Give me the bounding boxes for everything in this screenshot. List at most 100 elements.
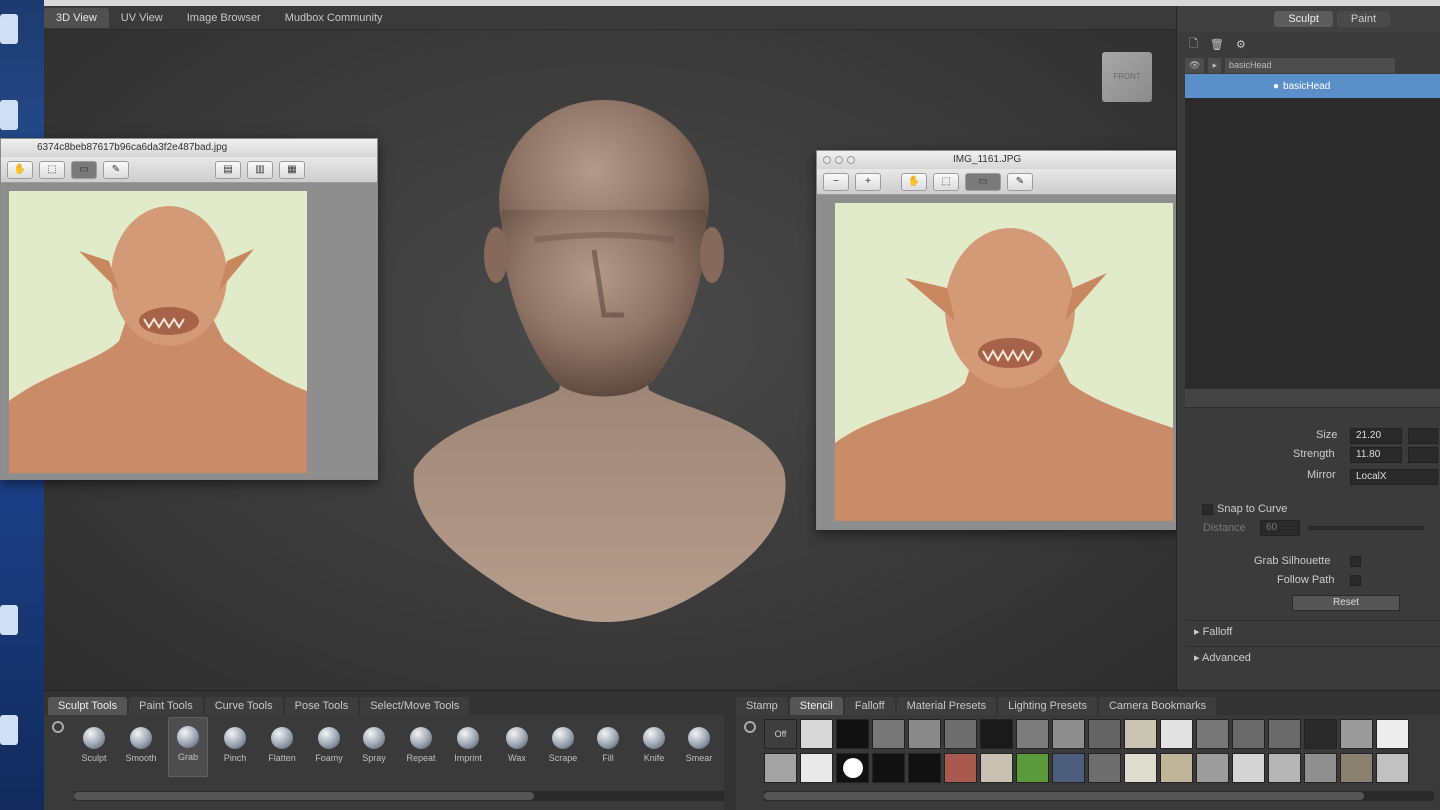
stencil-swatch[interactable] xyxy=(1160,719,1193,749)
stencil-swatch[interactable] xyxy=(1304,753,1337,783)
tools-scrollbar-thumb[interactable] xyxy=(74,792,534,800)
tab-uv-view[interactable]: UV View xyxy=(109,8,175,28)
tab-sculpt-tools[interactable]: Sculpt Tools xyxy=(48,697,128,715)
window-controls[interactable] xyxy=(823,156,855,164)
stencil-swatch[interactable] xyxy=(980,719,1013,749)
layer-row-selected[interactable]: ● basicHead xyxy=(1185,74,1440,98)
tool-knife[interactable]: Knife xyxy=(634,719,674,775)
size-slider[interactable] xyxy=(1408,428,1438,444)
stencil-swatch[interactable] xyxy=(1340,753,1373,783)
stencil-swatch[interactable] xyxy=(1268,753,1301,783)
strength-field[interactable]: 11.80 xyxy=(1350,447,1402,463)
stencil-swatch[interactable] xyxy=(1160,753,1193,783)
tab-stencil[interactable]: Stencil xyxy=(789,697,843,715)
stencil-swatch[interactable] xyxy=(944,719,977,749)
tray-settings-gear-icon[interactable] xyxy=(52,721,64,733)
stencil-swatch[interactable] xyxy=(1268,719,1301,749)
reset-button[interactable]: Reset xyxy=(1292,595,1400,611)
layer-list[interactable] xyxy=(1185,98,1440,388)
size-field[interactable]: 21.20 xyxy=(1350,428,1402,444)
tab-material-presets[interactable]: Material Presets xyxy=(896,697,997,715)
tool-spray[interactable]: Spray xyxy=(354,719,394,775)
view-single-icon[interactable]: ▤ xyxy=(215,160,241,179)
strength-slider[interactable] xyxy=(1408,447,1438,463)
crop-tool-icon[interactable]: ⬚ xyxy=(933,172,959,191)
hand-tool-icon[interactable]: ✋ xyxy=(901,172,927,191)
tab-mudbox-community[interactable]: Mudbox Community xyxy=(273,8,395,28)
stencil-swatch[interactable] xyxy=(1232,753,1265,783)
tool-foamy[interactable]: Foamy xyxy=(309,719,349,775)
annotate-pen-icon[interactable]: ✎ xyxy=(1007,172,1033,191)
stencil-swatch[interactable] xyxy=(1052,719,1085,749)
stencil-swatch[interactable] xyxy=(908,719,941,749)
crop-tool-icon[interactable]: ⬚ xyxy=(39,160,65,179)
stencil-swatch[interactable] xyxy=(1196,719,1229,749)
tab-paint[interactable]: Paint xyxy=(1336,11,1390,27)
stencil-swatch[interactable] xyxy=(1124,753,1157,783)
mirror-dropdown[interactable]: LocalX xyxy=(1350,469,1438,485)
stencil-scrollbar[interactable] xyxy=(764,791,1434,801)
stencil-swatch[interactable] xyxy=(1340,719,1373,749)
stencil-swatch[interactable] xyxy=(1088,719,1121,749)
advanced-section-header[interactable]: ▸ Advanced xyxy=(1186,646,1440,668)
snap-to-curve-checkbox[interactable] xyxy=(1202,504,1213,515)
stencil-swatch[interactable] xyxy=(800,753,833,783)
visibility-column-icon[interactable]: 👁 xyxy=(1185,57,1205,73)
tool-sculpt[interactable]: Sculpt xyxy=(74,719,114,775)
stencil-swatch[interactable] xyxy=(1088,753,1121,783)
tool-smooth[interactable]: Smooth xyxy=(121,719,161,775)
stencil-swatch[interactable] xyxy=(944,753,977,783)
tab-3d-view[interactable]: 3D View xyxy=(44,7,109,28)
layer-settings-icon[interactable]: ⚙ xyxy=(1236,38,1246,51)
stencil-swatch[interactable] xyxy=(908,753,941,783)
stencil-swatch[interactable] xyxy=(1124,719,1157,749)
tab-image-browser[interactable]: Image Browser xyxy=(175,8,273,28)
delete-layer-icon[interactable]: 🗑 xyxy=(1210,38,1224,51)
hand-tool-icon[interactable]: ✋ xyxy=(7,160,33,179)
tool-scrape[interactable]: Scrape xyxy=(543,719,583,775)
tool-imprint[interactable]: Imprint xyxy=(448,719,488,775)
stencil-swatch[interactable] xyxy=(1232,719,1265,749)
view-cube[interactable]: FRONT xyxy=(1102,52,1152,102)
stencil-swatch[interactable] xyxy=(1196,753,1229,783)
tab-paint-tools[interactable]: Paint Tools xyxy=(129,697,203,715)
tool-wax[interactable]: Wax xyxy=(497,719,537,775)
stencil-swatch[interactable] xyxy=(836,753,869,783)
tab-select-move-tools[interactable]: Select/Move Tools xyxy=(360,697,470,715)
image-viewer-window-right[interactable]: IMG_1161.JPG − + ✋ ⬚ ▭ ✎ xyxy=(816,150,1190,530)
zoom-in-icon[interactable]: + xyxy=(855,172,881,191)
tab-falloff[interactable]: Falloff xyxy=(844,697,895,715)
stencil-swatch[interactable] xyxy=(1304,719,1337,749)
falloff-section-header[interactable]: ▸ Falloff xyxy=(1186,620,1440,642)
tab-camera-bookmarks[interactable]: Camera Bookmarks xyxy=(1098,697,1217,715)
desktop-file-icon[interactable] xyxy=(0,715,18,745)
desktop-file-icon[interactable] xyxy=(0,14,18,44)
stencil-swatch[interactable] xyxy=(1376,719,1409,749)
stencil-swatch[interactable] xyxy=(980,753,1013,783)
select-tool-icon[interactable]: ▭ xyxy=(965,172,1001,191)
image-viewer-window-left[interactable]: 6374c8beb87617b96ca6da3f2e487bad.jpg ✋ ⬚… xyxy=(0,138,378,480)
tool-flatten[interactable]: Flatten xyxy=(262,719,302,775)
stencil-swatch[interactable] xyxy=(872,719,905,749)
tab-stamp[interactable]: Stamp xyxy=(736,697,788,715)
stencil-scrollbar-thumb[interactable] xyxy=(764,792,1364,800)
desktop-file-icon[interactable] xyxy=(0,100,18,130)
tool-smear[interactable]: Smear xyxy=(679,719,719,775)
select-tool-icon[interactable]: ▭ xyxy=(71,160,97,179)
tool-fill[interactable]: Fill xyxy=(588,719,628,775)
follow-path-checkbox[interactable] xyxy=(1350,575,1361,586)
stencil-swatch[interactable] xyxy=(1016,753,1049,783)
tab-sculpt[interactable]: Sculpt xyxy=(1274,11,1333,27)
tool-repeat[interactable]: Repeat xyxy=(401,719,441,775)
new-layer-icon[interactable]: 🗋 xyxy=(1189,35,1198,54)
tab-lighting-presets[interactable]: Lighting Presets xyxy=(998,697,1097,715)
desktop-file-icon[interactable] xyxy=(0,605,18,635)
stencil-swatch[interactable] xyxy=(800,719,833,749)
lock-column-icon[interactable]: ▸ xyxy=(1208,57,1221,73)
stencil-swatch[interactable] xyxy=(764,753,797,783)
tool-grab[interactable]: Grab xyxy=(168,717,208,777)
stencil-swatch[interactable] xyxy=(1052,753,1085,783)
annotate-pen-icon[interactable]: ✎ xyxy=(103,160,129,179)
tray-settings-gear-icon[interactable] xyxy=(744,721,756,733)
stencil-swatch[interactable] xyxy=(836,719,869,749)
